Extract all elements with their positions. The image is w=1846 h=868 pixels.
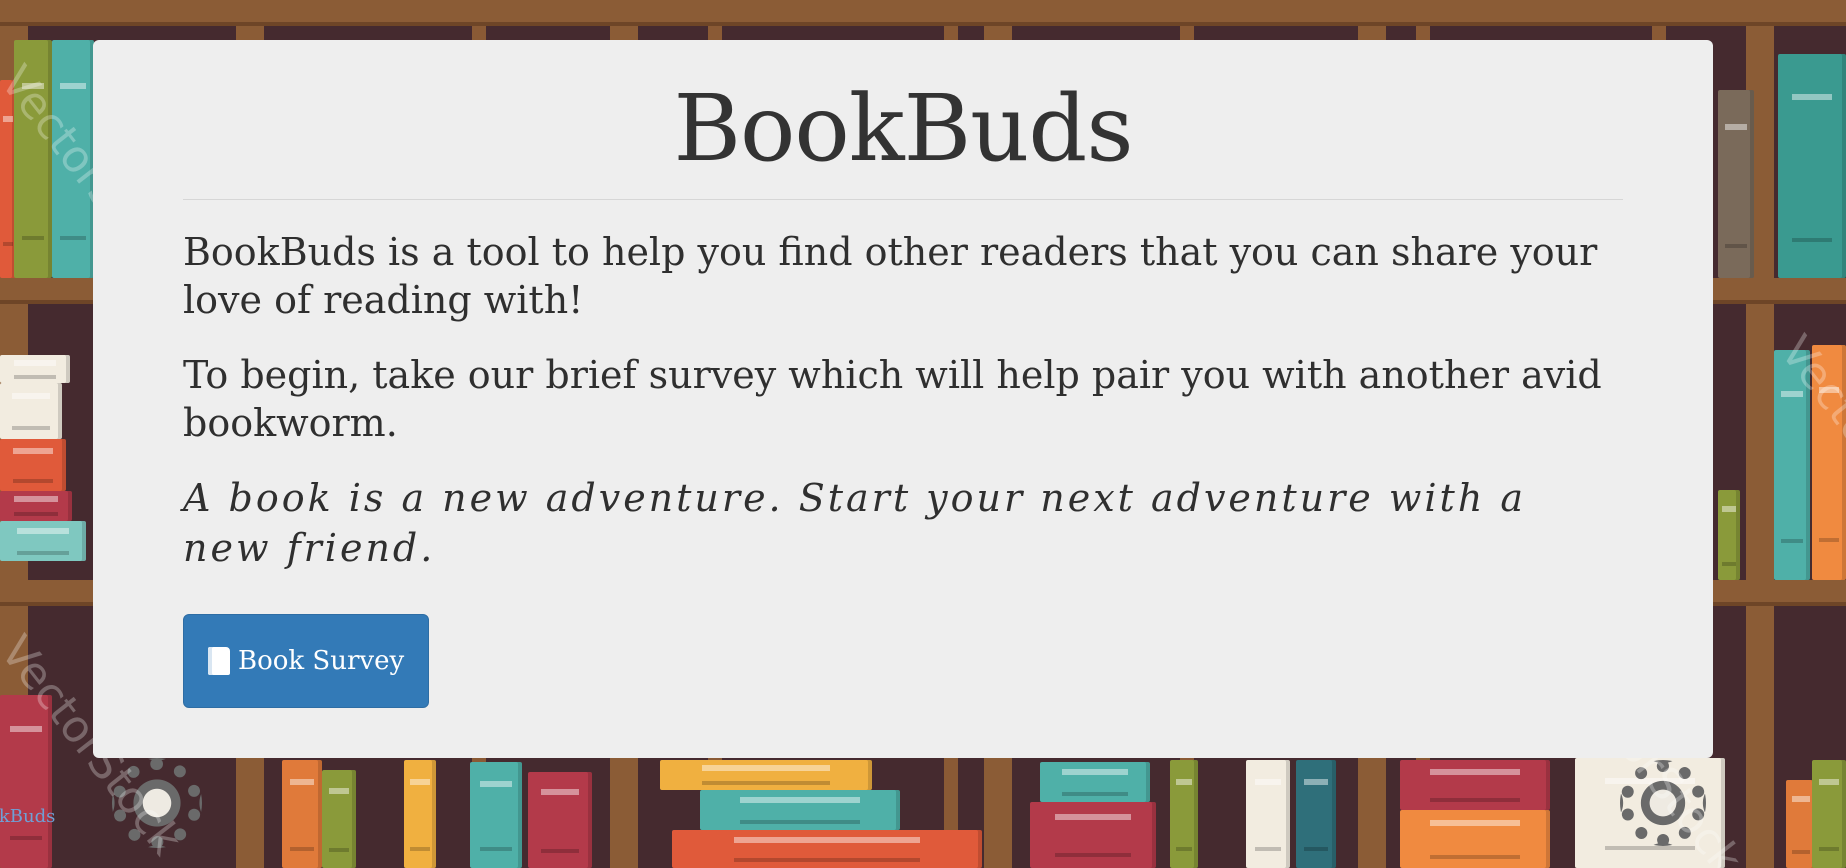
book-stack	[0, 439, 66, 491]
book-spine	[1778, 54, 1846, 278]
instructions-paragraph: To begin, take our brief survey which wi…	[183, 352, 1602, 445]
intro-paragraph: BookBuds is a tool to help you find othe…	[183, 230, 1598, 323]
book-spine	[1246, 760, 1290, 868]
footer-home-link[interactable]: BookBuds	[0, 806, 55, 827]
title-divider	[183, 199, 1623, 201]
book-survey-label: Book Survey	[238, 645, 405, 676]
book-spine	[1296, 760, 1336, 868]
intro-card: BookBuds BookBuds is a tool to help you …	[93, 40, 1713, 758]
book-spine	[1718, 90, 1754, 278]
book-box	[1400, 760, 1550, 810]
book-stack	[1040, 762, 1150, 802]
book-survey-button[interactable]: Book Survey	[183, 613, 430, 708]
book-spine	[1812, 760, 1846, 868]
tagline-quote: A book is a new adventure. Start your ne…	[183, 476, 1527, 571]
book-spine	[404, 760, 436, 868]
book-spine	[322, 770, 356, 868]
book-icon	[208, 646, 230, 675]
book-stack	[0, 383, 62, 439]
book-stack	[0, 521, 86, 561]
book-stack	[700, 790, 900, 830]
page-title: BookBuds	[673, 75, 1133, 182]
book-stack	[0, 491, 72, 521]
book-spine	[470, 762, 522, 868]
book-box	[1400, 810, 1550, 868]
book-stack	[0, 355, 70, 383]
book-spine	[282, 760, 322, 868]
book-stack	[672, 830, 982, 868]
book-stack	[1030, 802, 1156, 868]
book-spine	[528, 772, 592, 868]
shelf-board	[0, 0, 1846, 26]
book-spine	[1170, 760, 1198, 868]
book-spine	[1718, 490, 1740, 580]
book-stack	[660, 760, 872, 790]
